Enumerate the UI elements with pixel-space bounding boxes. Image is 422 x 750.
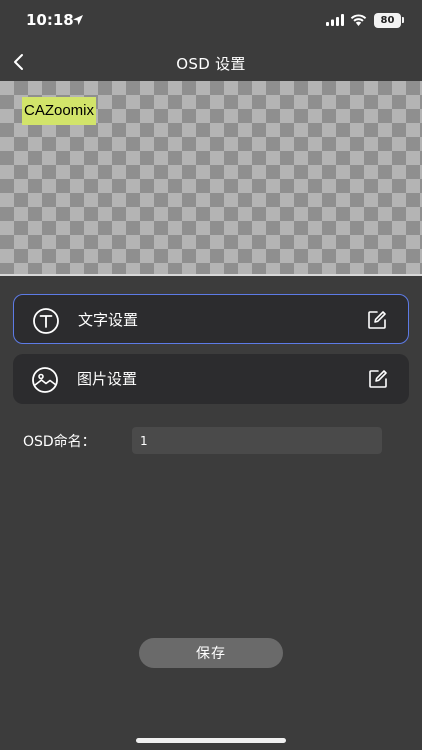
page-title: OSD 设置 xyxy=(176,55,246,73)
save-button[interactable]: 保存 xyxy=(139,638,283,668)
text-t-icon xyxy=(33,308,59,334)
image-setting-label: 图片设置 xyxy=(77,370,138,388)
edit-icon[interactable] xyxy=(367,368,389,390)
osd-text-overlay[interactable]: CAZoomix xyxy=(22,97,97,125)
battery-cap xyxy=(402,17,404,23)
status-time: 10:18 xyxy=(26,11,74,29)
cellular-signal-icon xyxy=(326,14,344,26)
edit-icon[interactable] xyxy=(366,309,388,331)
nav-bar: OSD 设置 xyxy=(0,44,422,80)
status-bar: 10:18 80 xyxy=(0,0,422,44)
battery-icon: 80 xyxy=(374,13,401,28)
preview-divider xyxy=(0,274,422,276)
osd-name-label: OSD命名： xyxy=(23,434,96,450)
home-indicator xyxy=(136,738,286,743)
image-setting-card[interactable]: 图片设置 xyxy=(13,354,409,404)
image-icon xyxy=(32,367,58,393)
location-arrow-icon xyxy=(73,15,83,25)
text-setting-label: 文字设置 xyxy=(78,311,139,329)
osd-name-input[interactable] xyxy=(132,427,382,454)
wifi-icon xyxy=(350,14,367,26)
text-setting-card[interactable]: 文字设置 xyxy=(13,294,409,344)
